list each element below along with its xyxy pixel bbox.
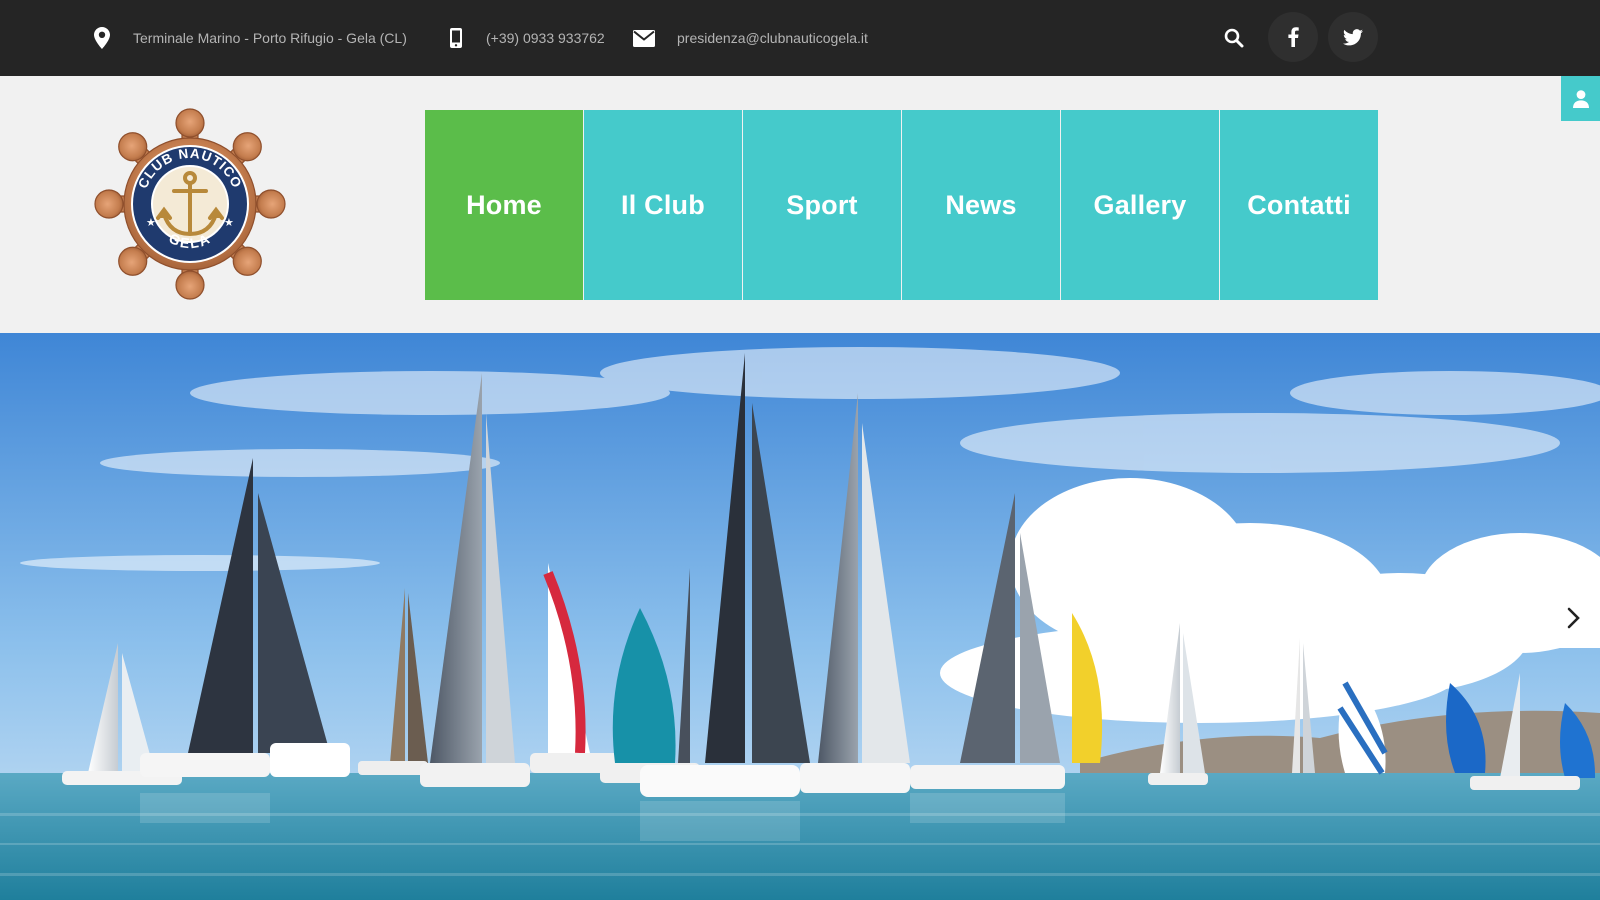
twitter-button[interactable] — [1328, 12, 1378, 62]
slider-next-button[interactable] — [1545, 588, 1600, 648]
nav-item-contatti[interactable]: Contatti — [1220, 110, 1378, 300]
nav-item-il-club[interactable]: Il Club — [584, 110, 742, 300]
nav-item-home[interactable]: Home — [425, 110, 583, 300]
nav-item-sport[interactable]: Sport — [743, 110, 901, 300]
email-link[interactable]: presidenza@clubnauticogela.it — [677, 0, 868, 76]
user-icon — [1572, 89, 1589, 108]
main-nav: Home Il Club Sport News Gallery Contatti — [425, 110, 1378, 300]
regatta-image — [0, 333, 1600, 900]
club-logo[interactable]: CLUB NAUTICO GELA ★ ★ — [92, 106, 288, 302]
nav-item-news[interactable]: News — [902, 110, 1060, 300]
facebook-button[interactable] — [1268, 12, 1318, 62]
envelope-icon — [632, 0, 656, 76]
address-text: Terminale Marino - Porto Rifugio - Gela … — [133, 30, 407, 46]
map-pin-icon — [92, 0, 112, 76]
twitter-icon — [1343, 28, 1363, 45]
facebook-icon — [1288, 27, 1299, 47]
mobile-phone-icon — [448, 0, 464, 76]
nav-item-gallery[interactable]: Gallery — [1061, 110, 1219, 300]
hero-slider — [0, 333, 1600, 900]
top-bar: Terminale Marino - Porto Rifugio - Gela … — [0, 0, 1600, 76]
phone-link[interactable]: (+39) 0933 933762 — [486, 0, 605, 76]
chevron-right-icon — [1567, 607, 1580, 629]
svg-text:★: ★ — [146, 216, 156, 229]
svg-text:★: ★ — [224, 216, 234, 229]
login-tab[interactable] — [1561, 76, 1600, 121]
search-icon[interactable] — [1222, 0, 1246, 76]
